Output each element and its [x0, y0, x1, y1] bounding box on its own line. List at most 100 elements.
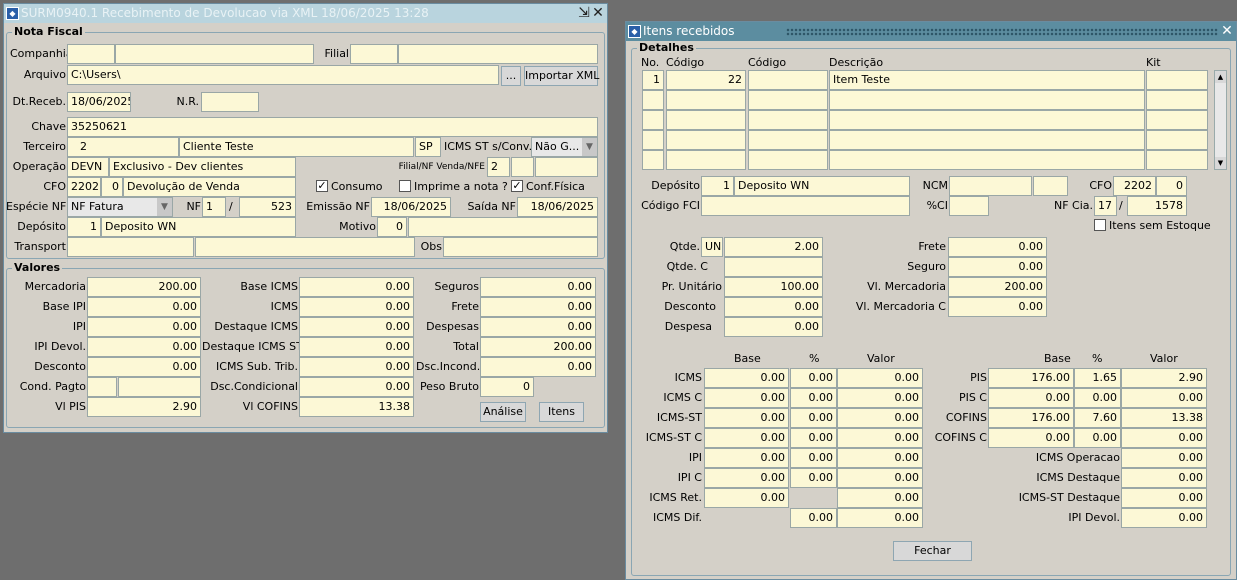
cfo-desc-field[interactable]: Devolução de Venda [123, 177, 296, 197]
itens-sem-estoque-checkbox[interactable] [1094, 219, 1106, 231]
tax-pct-field[interactable]: 0.00 [1074, 388, 1121, 408]
ipi-devol-field[interactable]: 0.00 [1121, 508, 1207, 528]
tax-valor-field[interactable]: 0.00 [1121, 428, 1207, 448]
row-kit[interactable] [1146, 130, 1208, 150]
row-descricao[interactable] [829, 110, 1145, 130]
close-icon[interactable]: ✕ [1220, 22, 1234, 41]
seguro-field[interactable]: 0.00 [948, 257, 1047, 277]
row-codigo-2[interactable] [748, 90, 828, 110]
nr-field[interactable] [201, 92, 259, 112]
row-codigo[interactable] [666, 150, 746, 170]
filial-code-field[interactable] [350, 44, 398, 64]
tax-pct-field[interactable]: 0.00 [790, 408, 837, 428]
row-codigo-2[interactable] [748, 130, 828, 150]
obs-field[interactable] [443, 237, 598, 257]
row-codigo[interactable] [666, 130, 746, 150]
tax-base-field[interactable]: 0.00 [704, 428, 789, 448]
icms-st-destaque-field[interactable]: 0.00 [1121, 488, 1207, 508]
icms-st-select[interactable]: Não G... ▼ [531, 137, 598, 157]
icms-ret-valor-field[interactable]: 0.00 [837, 488, 923, 508]
motivo-desc-field[interactable] [408, 217, 598, 237]
icms-ret-base-field[interactable]: 0.00 [704, 488, 789, 508]
destaque-icms-field[interactable]: 0.00 [299, 317, 414, 337]
row-no[interactable] [642, 110, 664, 130]
peso-bruto-field[interactable]: 0 [480, 377, 534, 397]
tax-base-field[interactable]: 176.00 [988, 368, 1074, 388]
items-scrollbar[interactable]: ▲ ▼ [1214, 70, 1227, 170]
row-descricao[interactable] [829, 90, 1145, 110]
tax-pct-field[interactable]: 0.00 [790, 388, 837, 408]
tax-valor-field[interactable]: 2.90 [1121, 368, 1207, 388]
terceiro-name-field[interactable]: Cliente Teste [179, 137, 414, 157]
tax-base-field[interactable]: 0.00 [704, 448, 789, 468]
transport-code-field[interactable] [67, 237, 194, 257]
terceiro-code-field[interactable]: 2 [67, 137, 179, 157]
close-icon[interactable]: ✕ [591, 4, 605, 23]
row-no[interactable] [642, 150, 664, 170]
tax-pct-field[interactable]: 0.00 [1074, 428, 1121, 448]
cfo-field[interactable]: 2202 [67, 177, 101, 197]
terceiro-uf-field[interactable]: SP [415, 137, 441, 157]
transport-name-field[interactable] [195, 237, 415, 257]
row-descricao[interactable]: Item Teste [829, 70, 1145, 90]
tax-valor-field[interactable]: 0.00 [837, 468, 923, 488]
tax-pct-field[interactable]: 0.00 [790, 368, 837, 388]
codigo-fci-field[interactable] [701, 196, 910, 216]
especie-select[interactable]: NF Fatura ▼ [67, 197, 173, 217]
nfe-field[interactable] [535, 157, 598, 177]
filial-name-field[interactable] [398, 44, 598, 64]
fechar-button[interactable]: Fechar [893, 541, 972, 561]
mercadoria-field[interactable]: 200.00 [87, 277, 201, 297]
filial-nf-field[interactable]: 2 [487, 157, 510, 177]
row-codigo[interactable] [666, 110, 746, 130]
dsc-condicional-field[interactable]: 0.00 [299, 377, 414, 397]
tax-valor-field[interactable]: 0.00 [837, 388, 923, 408]
icms-dif-pct-field[interactable]: 0.00 [790, 508, 837, 528]
deposito-code-field[interactable]: 1 [701, 176, 734, 196]
companhia-name-field[interactable] [115, 44, 314, 64]
tax-pct-field[interactable]: 0.00 [790, 468, 837, 488]
desconto-field[interactable]: 0.00 [87, 357, 201, 377]
icms-field[interactable]: 0.00 [299, 297, 414, 317]
pr-unitario-field[interactable]: 100.00 [724, 277, 823, 297]
cfo-seq-field[interactable]: 0 [101, 177, 123, 197]
seguros-field[interactable]: 0.00 [480, 277, 596, 297]
desconto-field[interactable]: 0.00 [724, 297, 823, 317]
window-titlebar[interactable]: ◆ SURM0940.1 Recebimento de Devolucao vi… [4, 4, 607, 23]
nf-cia-number-field[interactable]: 1578 [1127, 196, 1187, 216]
icms-destaque-field[interactable]: 0.00 [1121, 468, 1207, 488]
analise-button[interactable]: Análise [480, 402, 526, 422]
row-codigo-2[interactable] [748, 70, 828, 90]
scroll-up-icon[interactable]: ▲ [1215, 71, 1226, 83]
tax-base-field[interactable]: 0.00 [988, 428, 1074, 448]
tax-base-field[interactable]: 176.00 [988, 408, 1074, 428]
dsc-incond-field[interactable]: 0.00 [480, 357, 596, 377]
row-kit[interactable] [1146, 150, 1208, 170]
dt-receb-field[interactable]: 18/06/2025 [67, 92, 131, 112]
row-kit[interactable] [1146, 110, 1208, 130]
row-kit[interactable] [1146, 90, 1208, 110]
vl-pis-field[interactable]: 2.90 [87, 397, 201, 417]
window-titlebar[interactable]: ◆ Itens recebidos ✕ [626, 22, 1236, 41]
ncm-ext-field[interactable] [1033, 176, 1068, 196]
icms-operacao-field[interactable]: 0.00 [1121, 448, 1207, 468]
operacao-code-field[interactable]: DEVN [67, 157, 109, 177]
imprime-checkbox[interactable] [399, 180, 411, 192]
vl-cofins-field[interactable]: 13.38 [299, 397, 414, 417]
frete-field[interactable]: 0.00 [948, 237, 1047, 257]
total-field[interactable]: 200.00 [480, 337, 596, 357]
tax-base-field[interactable]: 0.00 [704, 368, 789, 388]
tax-valor-field[interactable]: 0.00 [837, 368, 923, 388]
tax-valor-field[interactable]: 0.00 [837, 448, 923, 468]
vl-mercadoria-c-field[interactable]: 0.00 [948, 297, 1047, 317]
tax-pct-field[interactable]: 7.60 [1074, 408, 1121, 428]
row-codigo-2[interactable] [748, 150, 828, 170]
destaque-icms-st-field[interactable]: 0.00 [299, 337, 414, 357]
motivo-code-field[interactable]: 0 [377, 217, 407, 237]
tax-valor-field[interactable]: 13.38 [1121, 408, 1207, 428]
consumo-checkbox[interactable]: ✓ [316, 180, 328, 192]
row-descricao[interactable] [829, 130, 1145, 150]
nf-number-field[interactable]: 523 [239, 197, 296, 217]
tax-pct-field[interactable]: 0.00 [790, 428, 837, 448]
row-codigo-2[interactable] [748, 110, 828, 130]
